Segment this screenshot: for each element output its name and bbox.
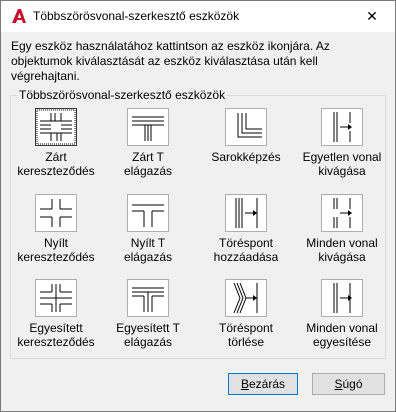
tool-add-vertex: Töréspont hozzáadása <box>201 194 291 264</box>
tool-merged-cross: Egyesített kereszteződés <box>11 279 101 349</box>
tool-label: Töréspont hozzáadása <box>213 236 279 264</box>
merged-tee-icon <box>132 287 164 312</box>
cut-single-button[interactable] <box>321 108 363 146</box>
tool-label: Zárt kereszteződés <box>17 150 95 178</box>
tool-weld-all: Minden vonal egyesítése <box>297 279 387 349</box>
close-window-button[interactable]: ✕ <box>349 1 395 32</box>
tool-label: Töréspont törlése <box>218 321 274 349</box>
tool-cut-single: Egyetlen vonal kivágása <box>297 108 387 178</box>
tool-label: Egyesített kereszteződés <box>17 321 95 349</box>
tool-label: Zárt T elágazás <box>123 150 173 178</box>
close-icon: ✕ <box>366 8 378 24</box>
tool-label: Minden vonal kivágása <box>306 236 378 264</box>
tool-closed-tee: Zárt T elágazás <box>103 108 193 178</box>
open-cross-button[interactable] <box>35 194 77 232</box>
tool-delete-vertex: Töréspont törlése <box>201 279 291 349</box>
tool-cut-all: Minden vonal kivágása <box>297 194 387 264</box>
tool-label: Sarokképzés <box>211 150 281 164</box>
closed-cross-button[interactable] <box>35 108 77 146</box>
delete-vertex-button[interactable] <box>225 279 267 317</box>
cut-single-icon <box>333 112 352 142</box>
tool-label: Nyílt kereszteződés <box>17 236 95 264</box>
tool-label: Nyílt T elágazás <box>123 236 173 264</box>
tool-closed-cross: Zárt kereszteződés <box>11 108 101 178</box>
tool-label: Minden vonal egyesítése <box>306 321 378 349</box>
merged-tee-button[interactable] <box>127 279 169 317</box>
delete-vertex-icon <box>233 282 258 314</box>
open-cross-icon <box>40 199 72 227</box>
merged-cross-button[interactable] <box>35 279 77 317</box>
close-button-accesskey: B <box>240 377 249 391</box>
open-tee-icon <box>132 204 164 227</box>
add-vertex-button[interactable] <box>225 194 267 232</box>
closed-tee-icon <box>132 116 164 141</box>
closed-cross-icon <box>36 109 76 145</box>
tool-open-cross: Nyílt kereszteződés <box>11 194 101 264</box>
cut-all-button[interactable] <box>321 194 363 232</box>
weld-all-button[interactable] <box>321 279 363 317</box>
tool-label: Egyesített T elágazás <box>116 321 180 349</box>
help-button-label: úgó <box>342 377 363 391</box>
merged-cross-icon <box>40 284 72 312</box>
open-tee-button[interactable] <box>127 194 169 232</box>
tool-merged-tee: Egyesített T elágazás <box>103 279 193 349</box>
autocad-app-icon <box>12 9 26 23</box>
add-vertex-icon <box>235 198 258 228</box>
cut-all-icon <box>333 198 352 228</box>
dialog-window: Többszörösvonal-szerkesztő eszközök ✕ Eg… <box>0 0 396 412</box>
instructions-text: Egy eszköz használatához kattintson az e… <box>11 39 330 83</box>
tool-label: Egyetlen vonal kivágása <box>302 150 382 178</box>
tools-group-label: Többszörösvonal-szerkesztő eszközök <box>17 88 228 102</box>
close-button[interactable]: Bezárás <box>228 373 298 395</box>
weld-all-icon <box>333 283 352 313</box>
tool-corner-joint: Sarokképzés <box>201 108 291 164</box>
corner-joint-icon <box>237 113 262 138</box>
closed-tee-button[interactable] <box>127 108 169 146</box>
window-title: Többszörösvonal-szerkesztő eszközök <box>33 9 240 23</box>
help-button[interactable]: Súgó <box>312 373 385 395</box>
close-button-label: ezárás <box>248 377 286 391</box>
corner-joint-button[interactable] <box>225 108 267 146</box>
title-bar[interactable]: Többszörösvonal-szerkesztő eszközök ✕ <box>1 1 395 32</box>
tool-open-tee: Nyílt T elágazás <box>103 194 193 264</box>
